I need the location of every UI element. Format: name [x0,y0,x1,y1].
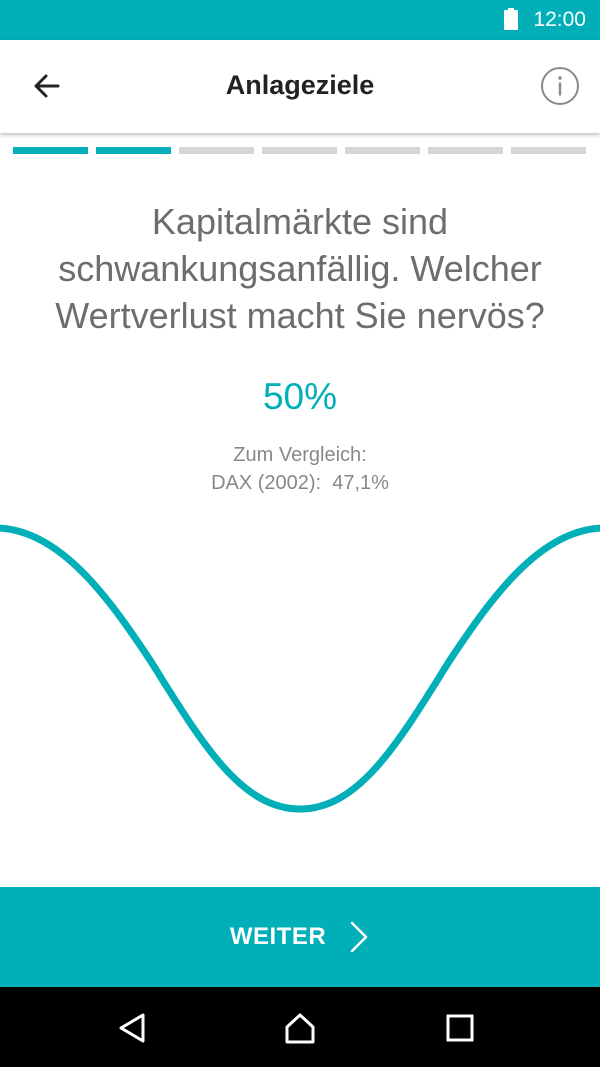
progress-step [96,147,171,154]
status-bar: 12:00 [0,0,600,40]
loss-wave-slider[interactable] [0,500,600,840]
question-text: Kapitalmärkte sind schwankungsanfällig. … [55,201,545,336]
progress-step [345,147,420,154]
back-triangle-icon[interactable] [116,1011,150,1045]
continue-button[interactable]: WEITER [0,887,600,987]
progress-step [428,147,503,154]
comparison-value: DAX (2002): 47,1% [211,472,389,494]
info-icon[interactable] [540,66,580,106]
system-nav-bar [0,987,600,1067]
battery-icon [504,8,518,30]
progress-step [13,147,88,154]
progress-step [262,147,337,154]
recents-icon[interactable] [443,1011,477,1045]
progress-step [511,147,586,154]
page-title: Anlageziele [225,70,375,100]
chevron-right-icon [350,921,368,953]
continue-button-label: WEITER [229,923,327,950]
status-time: 12:00 [533,8,586,31]
wave-curve[interactable] [0,524,600,813]
progress-steps [13,147,587,154]
progress-step [179,147,254,154]
selected-loss-value: 50% [262,376,338,417]
home-icon[interactable] [283,1011,317,1045]
app-bar: Anlageziele [0,40,600,133]
comparison-label: Zum Vergleich: [233,444,367,466]
comparison-text: Zum Vergleich: DAX (2002): 47,1% [0,441,600,497]
